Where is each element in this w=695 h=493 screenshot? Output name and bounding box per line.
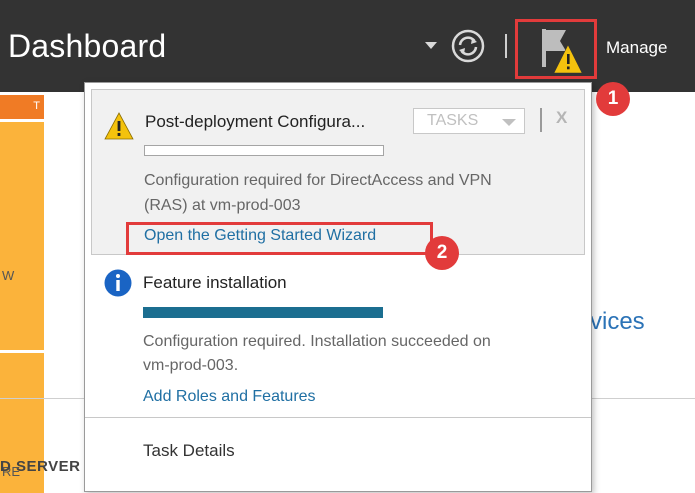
add-roles-features-link[interactable]: Add Roles and Features	[143, 388, 316, 406]
notification-message-line1: Configuration required for DirectAccess …	[144, 172, 492, 189]
header-bar: Dashboard Manage	[0, 0, 695, 92]
tasks-label: TASKS	[427, 112, 479, 129]
separator	[540, 108, 542, 132]
close-button[interactable]: X	[556, 108, 567, 128]
popup-divider	[85, 417, 591, 418]
notification-flag-icon	[542, 29, 583, 74]
services-link[interactable]: vices	[590, 308, 645, 336]
notification-message-line2: (RAS) at vm-prod-003	[144, 197, 301, 214]
notification-flag-button[interactable]	[515, 19, 597, 79]
tile-yellow-a[interactable]: W	[0, 122, 44, 350]
highlight-box	[126, 222, 433, 255]
notification-message-line2: vm-prod-003.	[143, 357, 239, 374]
notification-title: Post-deployment Configura...	[145, 112, 366, 131]
callout-badge-2: 2	[425, 236, 459, 270]
progress-bar	[144, 145, 384, 156]
tile-text: W	[2, 268, 15, 283]
notification-message-line1: Configuration required. Installation suc…	[143, 333, 491, 350]
warning-icon	[104, 112, 134, 140]
callout-badge-1: 1	[596, 82, 630, 116]
task-details-link[interactable]: Task Details	[143, 441, 235, 461]
tile-orange[interactable]: T	[0, 95, 44, 119]
notifications-popup: Post-deployment Configura... TASKS X Con…	[84, 82, 592, 492]
dashboard-tiles: T W RE	[0, 92, 46, 493]
info-icon	[104, 269, 132, 297]
progress-bar	[143, 307, 383, 318]
toolbar-separator	[505, 34, 507, 58]
tile-text: T	[33, 100, 40, 112]
server-section-heading: D SERVER	[0, 458, 81, 475]
page-title: Dashboard	[8, 28, 167, 64]
dropdown-arrow-icon[interactable]	[425, 42, 437, 49]
notification-post-deployment: Post-deployment Configura... TASKS X Con…	[91, 89, 585, 255]
manage-menu[interactable]: Manage	[606, 38, 667, 58]
notification-title: Feature installation	[143, 273, 287, 292]
refresh-icon[interactable]	[451, 29, 485, 63]
tasks-dropdown[interactable]: TASKS	[413, 108, 525, 134]
chevron-down-icon	[502, 119, 516, 126]
